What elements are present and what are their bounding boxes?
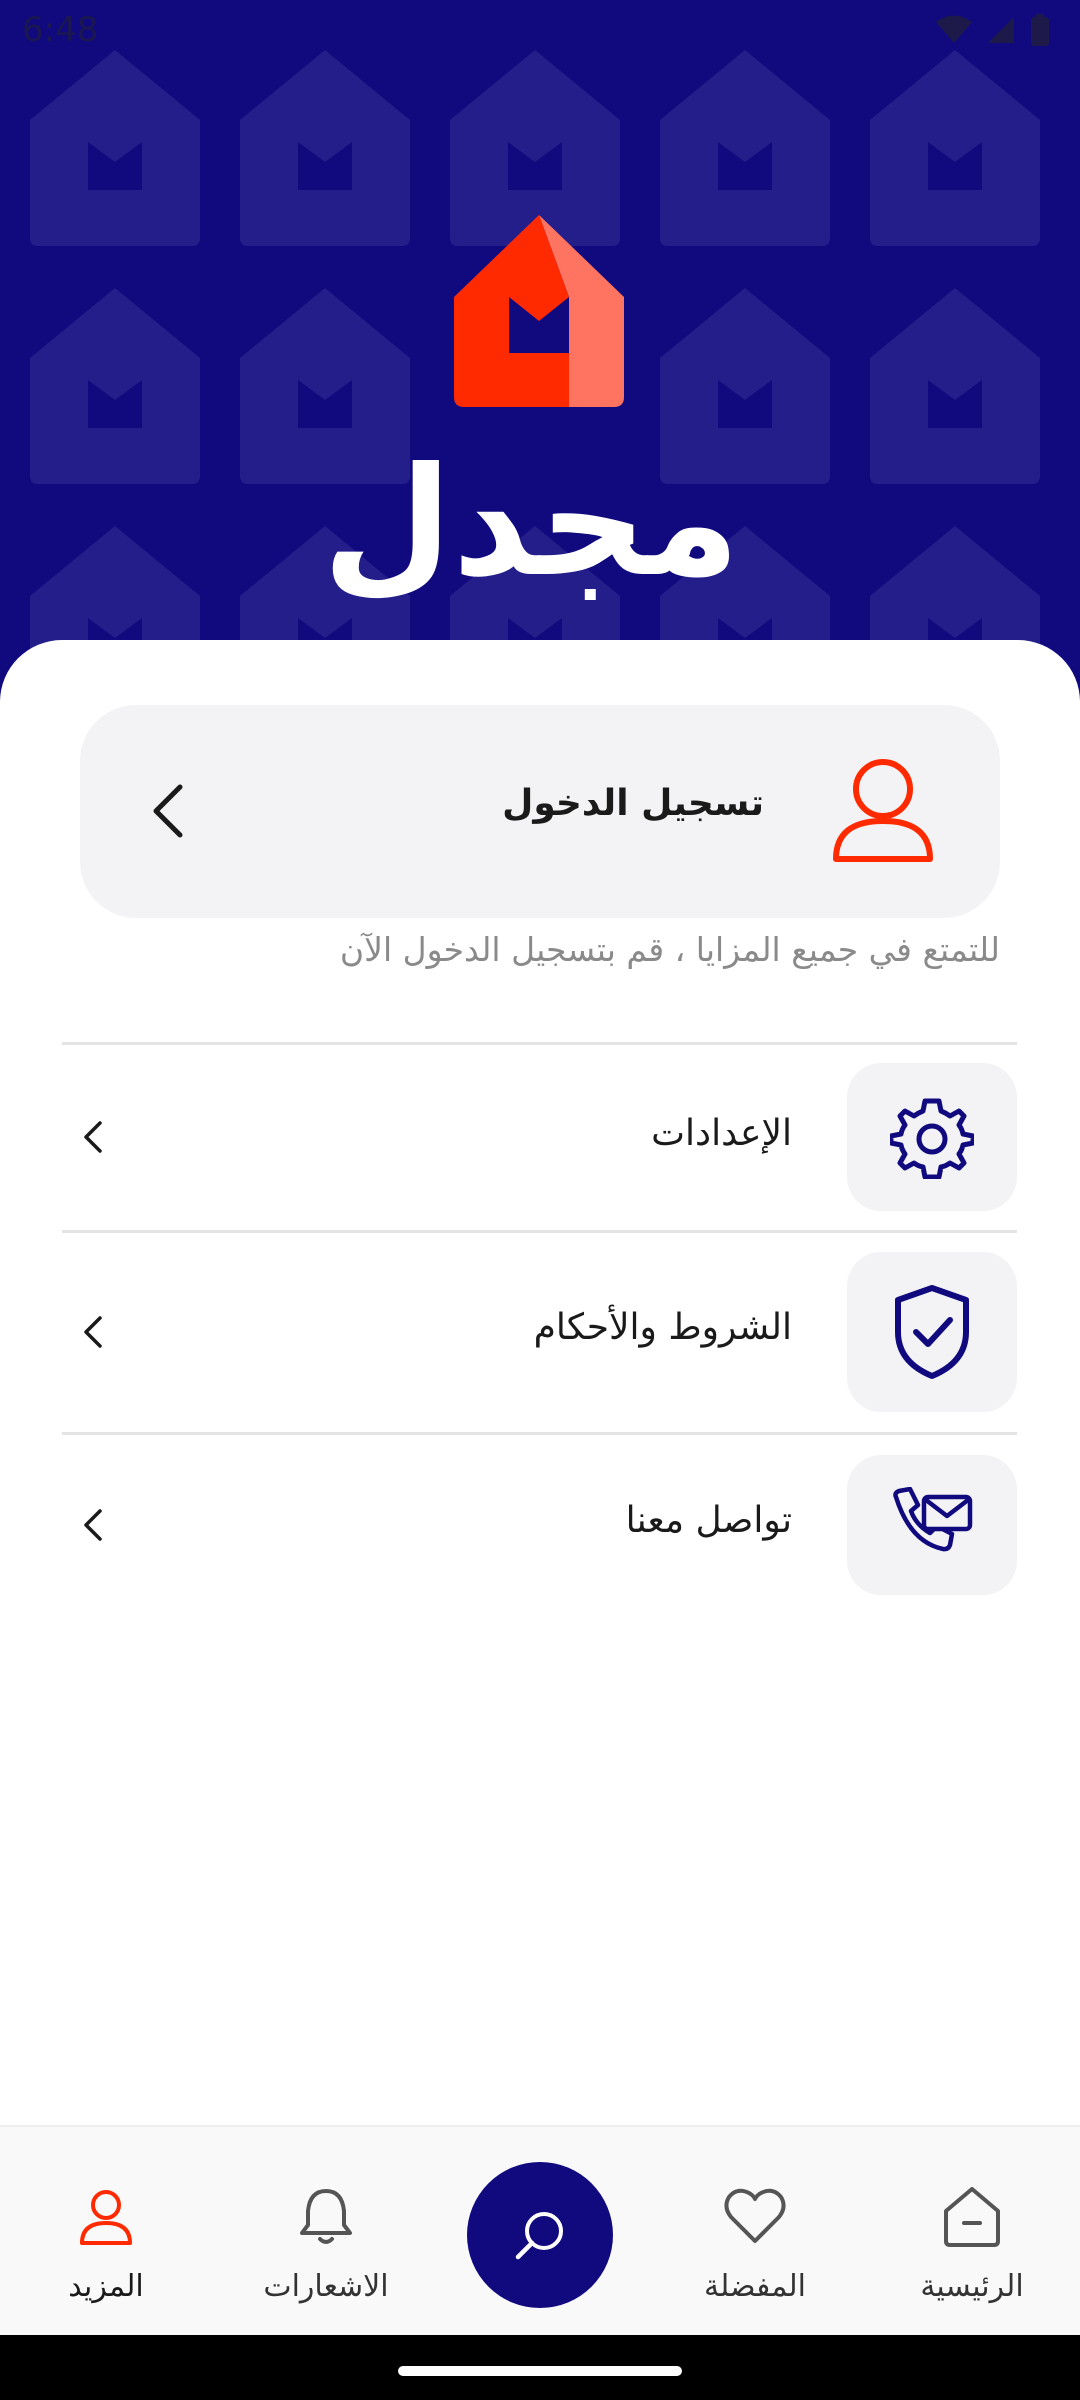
- contact-icon-box: [847, 1455, 1017, 1595]
- nav-label-more: المزيد: [68, 2269, 144, 2304]
- brand-name: مجدل: [322, 436, 740, 610]
- chevron-left-icon: [153, 784, 183, 838]
- gear-icon: [890, 1098, 974, 1179]
- battery-icon: [1031, 14, 1049, 46]
- status-time: 6:48: [22, 10, 99, 50]
- user-icon: [833, 759, 933, 862]
- menu-label-settings: الإعدادات: [651, 1113, 792, 1154]
- nav-more[interactable]: المزيد: [6, 2127, 206, 2337]
- bell-icon: [300, 2189, 352, 2244]
- user-icon: [80, 2190, 132, 2245]
- wifi-icon: [936, 15, 972, 43]
- signal-icon: [988, 17, 1014, 43]
- login-button[interactable]: تسجيل الدخول: [80, 705, 1000, 918]
- nav-label-favorites: المفضلة: [703, 2269, 807, 2304]
- search-icon: [515, 2212, 563, 2260]
- system-gesture-bar: [0, 2335, 1080, 2400]
- search-button[interactable]: [467, 2162, 613, 2308]
- divider: [62, 1230, 1017, 1233]
- menu-label-terms: الشروط والأحكام: [533, 1307, 792, 1348]
- settings-icon-box: [847, 1063, 1017, 1211]
- menu-label-contact: تواصل معنا: [625, 1500, 792, 1541]
- chevron-left-icon: [84, 1121, 102, 1153]
- shield-check-icon: [895, 1285, 969, 1379]
- nav-label-home: الرئيسية: [920, 2269, 1024, 2304]
- login-hint: للتمتع في جميع المزايا ، قم بتسجيل الدخو…: [339, 930, 1000, 969]
- phone-mail-icon: [893, 1487, 973, 1552]
- nav-label-notifications: الاشعارات: [263, 2269, 389, 2304]
- login-label: تسجيل الدخول: [502, 783, 764, 824]
- status-icons: [936, 14, 1050, 46]
- home-icon: [944, 2187, 1000, 2247]
- nav-notifications[interactable]: الاشعارات: [226, 2127, 426, 2337]
- terms-icon-box: [847, 1252, 1017, 1412]
- chevron-left-icon: [84, 1509, 102, 1541]
- chevron-left-icon: [84, 1316, 102, 1348]
- menu-item-contact[interactable]: تواصل معنا: [62, 1455, 1017, 1595]
- header-banner: 6:48 مجدل: [0, 0, 1080, 700]
- divider: [62, 1432, 1017, 1435]
- nav-home[interactable]: الرئيسية: [872, 2127, 1072, 2337]
- status-bar: 6:48: [0, 0, 1080, 64]
- nav-favorites[interactable]: المفضلة: [655, 2127, 855, 2337]
- menu-item-settings[interactable]: الإعدادات: [62, 1063, 1017, 1211]
- home-gesture-handle[interactable]: [398, 2366, 682, 2376]
- divider: [62, 1042, 1017, 1045]
- brand-wordmark: مجدل: [322, 436, 740, 610]
- brand-logo-icon: [454, 215, 624, 407]
- bottom-navigation: الرئيسية المفضلة الاشعارات المزيد: [0, 2125, 1080, 2335]
- heart-icon: [724, 2188, 786, 2243]
- menu-item-terms[interactable]: الشروط والأحكام: [62, 1252, 1017, 1412]
